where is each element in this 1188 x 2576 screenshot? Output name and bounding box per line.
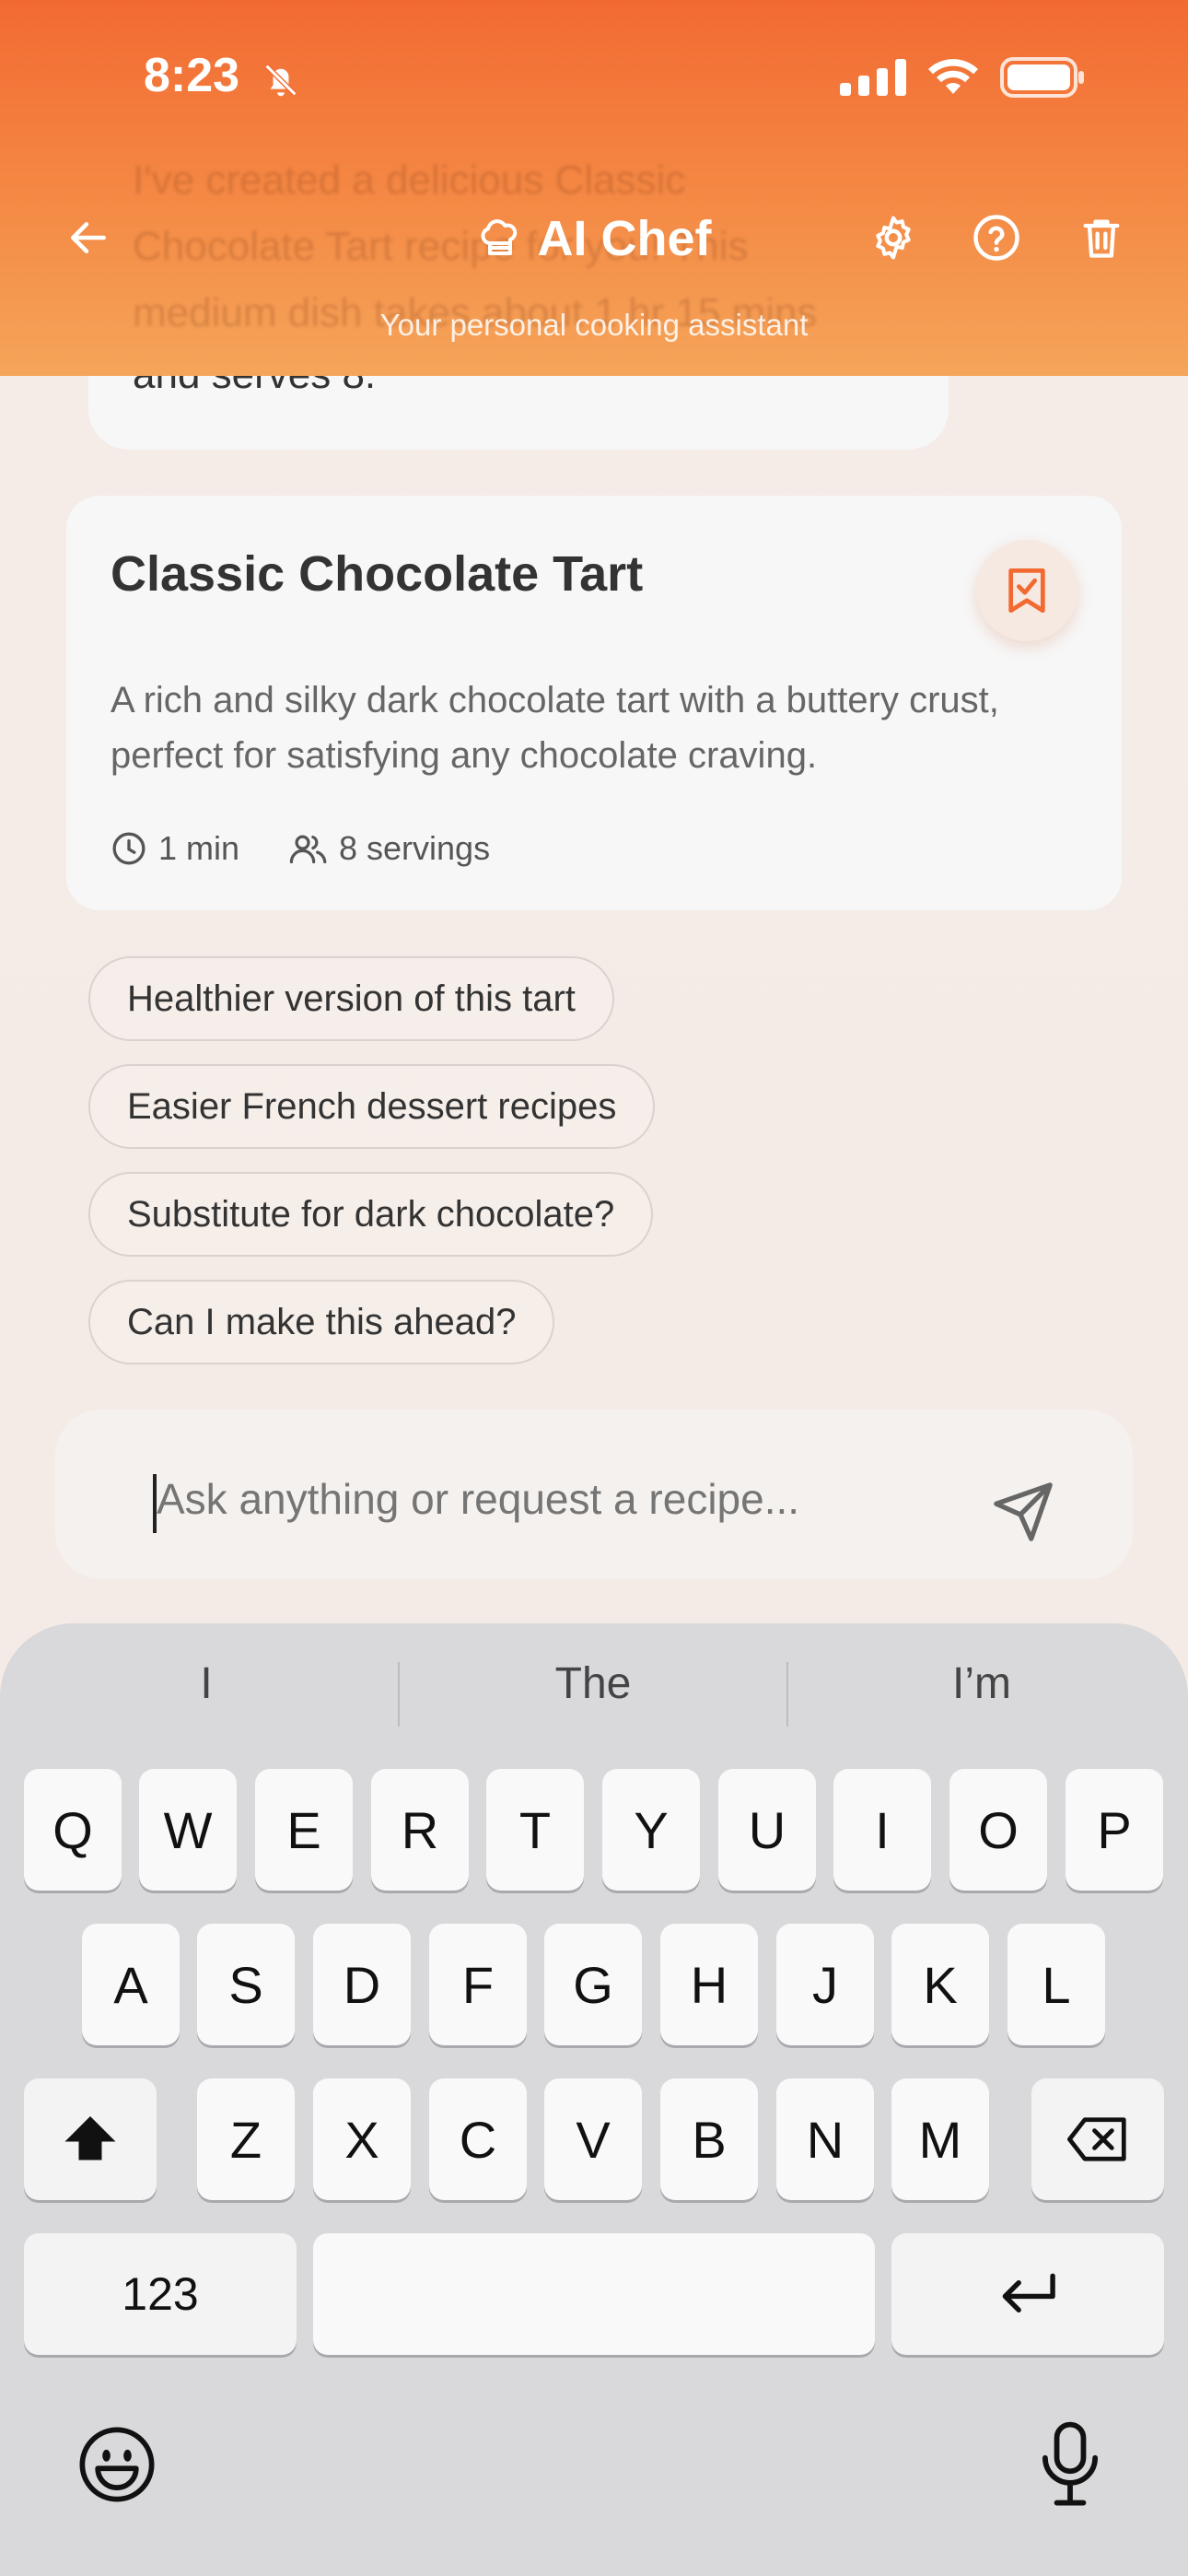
- status-icons: [840, 57, 1085, 98]
- emoji-icon[interactable]: [77, 2425, 157, 2504]
- microphone-icon[interactable]: [1035, 2421, 1105, 2508]
- return-key[interactable]: [891, 2233, 1164, 2355]
- message-input[interactable]: [157, 1474, 967, 1524]
- recipe-time-label: 1 min: [158, 829, 240, 867]
- users-icon: [289, 835, 327, 864]
- recipe-title: Classic Chocolate Tart: [111, 546, 644, 602]
- recipe-time: 1 min: [111, 829, 239, 868]
- key-j[interactable]: J: [776, 1924, 874, 2045]
- shift-arrow-icon: [64, 2116, 116, 2160]
- cellular-signal-icon: [840, 59, 906, 96]
- key-r[interactable]: R: [371, 1769, 469, 1891]
- app-title: AI Chef: [537, 211, 712, 266]
- delete-back-icon: [1067, 2117, 1126, 2161]
- key-z[interactable]: Z: [197, 2078, 295, 2200]
- text-cursor: [153, 1474, 157, 1533]
- key-f[interactable]: F: [429, 1924, 527, 2045]
- suggestion-chip[interactable]: Easier French dessert recipes: [88, 1064, 656, 1149]
- key-o[interactable]: O: [949, 1769, 1047, 1891]
- status-time: 8:23: [144, 49, 240, 102]
- shift-key[interactable]: [24, 2078, 157, 2200]
- key-p[interactable]: P: [1066, 1769, 1163, 1891]
- predictive-suggestion[interactable]: I’m: [788, 1658, 1175, 1709]
- key-d[interactable]: D: [313, 1924, 411, 2045]
- settings-button[interactable]: [866, 210, 921, 265]
- help-button[interactable]: [969, 210, 1024, 265]
- key-i[interactable]: I: [833, 1769, 931, 1891]
- wifi-icon: [928, 59, 978, 94]
- app-header: I've created a delicious Classic Chocola…: [0, 0, 1188, 376]
- key-n[interactable]: N: [776, 2078, 874, 2200]
- key-w[interactable]: W: [139, 1769, 237, 1891]
- predictive-suggestion[interactable]: The: [400, 1658, 786, 1709]
- suggestion-chip[interactable]: Can I make this ahead?: [88, 1280, 555, 1364]
- key-t[interactable]: T: [486, 1769, 584, 1891]
- delete-chat-button[interactable]: [1074, 210, 1129, 265]
- suggestion-chip[interactable]: Substitute for dark chocolate?: [88, 1172, 654, 1257]
- gear-icon: [876, 216, 911, 260]
- send-icon[interactable]: [991, 1480, 1055, 1544]
- predictive-suggestion[interactable]: I: [13, 1658, 400, 1709]
- key-u[interactable]: U: [718, 1769, 816, 1891]
- key-y[interactable]: Y: [602, 1769, 700, 1891]
- clock-icon: [112, 832, 146, 865]
- key-b[interactable]: B: [660, 2078, 758, 2200]
- backspace-key[interactable]: [1031, 2078, 1164, 2200]
- key-a[interactable]: A: [82, 1924, 180, 2045]
- save-recipe-button[interactable]: [976, 540, 1077, 641]
- key-v[interactable]: V: [544, 2078, 642, 2200]
- key-h[interactable]: H: [660, 1924, 758, 2045]
- app-subtitle: Your personal cooking assistant: [379, 308, 809, 342]
- key-m[interactable]: M: [891, 2078, 989, 2200]
- trash-icon: [1083, 219, 1120, 258]
- key-g[interactable]: G: [544, 1924, 642, 2045]
- numbers-key[interactable]: 123: [24, 2233, 297, 2355]
- key-l[interactable]: L: [1007, 1924, 1105, 2045]
- recipe-servings: 8 servings: [289, 829, 490, 868]
- key-x[interactable]: X: [313, 2078, 411, 2200]
- key-q[interactable]: Q: [24, 1769, 122, 1891]
- question-circle-icon: [973, 215, 1019, 261]
- recipe-servings-label: 8 servings: [339, 829, 491, 867]
- return-arrow-icon: [1002, 2273, 1055, 2313]
- key-s[interactable]: S: [197, 1924, 295, 2045]
- chef-hat-icon: [481, 219, 517, 255]
- key-e[interactable]: E: [255, 1769, 353, 1891]
- bookmark-check-icon: [1008, 568, 1045, 614]
- space-key[interactable]: [313, 2233, 875, 2355]
- key-k[interactable]: K: [891, 1924, 989, 2045]
- silent-bell-icon: [264, 64, 297, 97]
- battery-icon: [1000, 57, 1084, 98]
- suggestion-chip[interactable]: Healthier version of this tart: [88, 956, 614, 1041]
- key-c[interactable]: C: [429, 2078, 527, 2200]
- recipe-description: A rich and silky dark chocolate tart wit…: [111, 680, 999, 776]
